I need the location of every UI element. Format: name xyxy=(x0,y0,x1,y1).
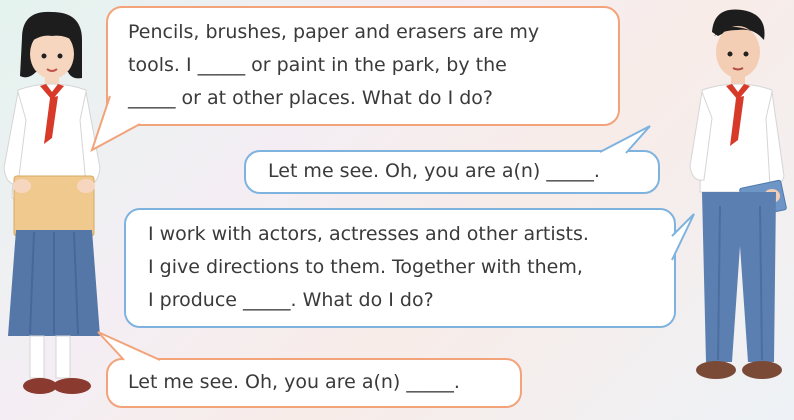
bubble-line: Pencils, brushes, paper and erasers are … xyxy=(128,21,540,43)
girl-student-figure xyxy=(3,11,101,394)
bubble-line: Let me see. Oh, you are a(n) _____. xyxy=(128,371,460,393)
boy-student-figure xyxy=(689,9,787,379)
bubble-line: _____ or at other places. What do I do? xyxy=(128,87,493,109)
speech-bubble-boy-question: I work with actors, actresses and other … xyxy=(124,208,676,328)
bubble-line: Let me see. Oh, you are a(n) _____. xyxy=(268,160,600,182)
bubble-line: I work with actors, actresses and other … xyxy=(148,223,589,245)
bubble-line: tools. I _____ or paint in the park, by … xyxy=(128,54,507,76)
speech-bubble-girl-answer: Let me see. Oh, you are a(n) _____. xyxy=(106,358,522,408)
bubble-line: I give directions to them. Together with… xyxy=(148,256,583,278)
dialogue-scene: Pencils, brushes, paper and erasers are … xyxy=(0,0,794,420)
bubble-line: I produce _____. What do I do? xyxy=(148,289,434,311)
speech-bubble-girl-question: Pencils, brushes, paper and erasers are … xyxy=(106,6,620,126)
speech-bubble-boy-answer: Let me see. Oh, you are a(n) _____. xyxy=(244,150,660,194)
